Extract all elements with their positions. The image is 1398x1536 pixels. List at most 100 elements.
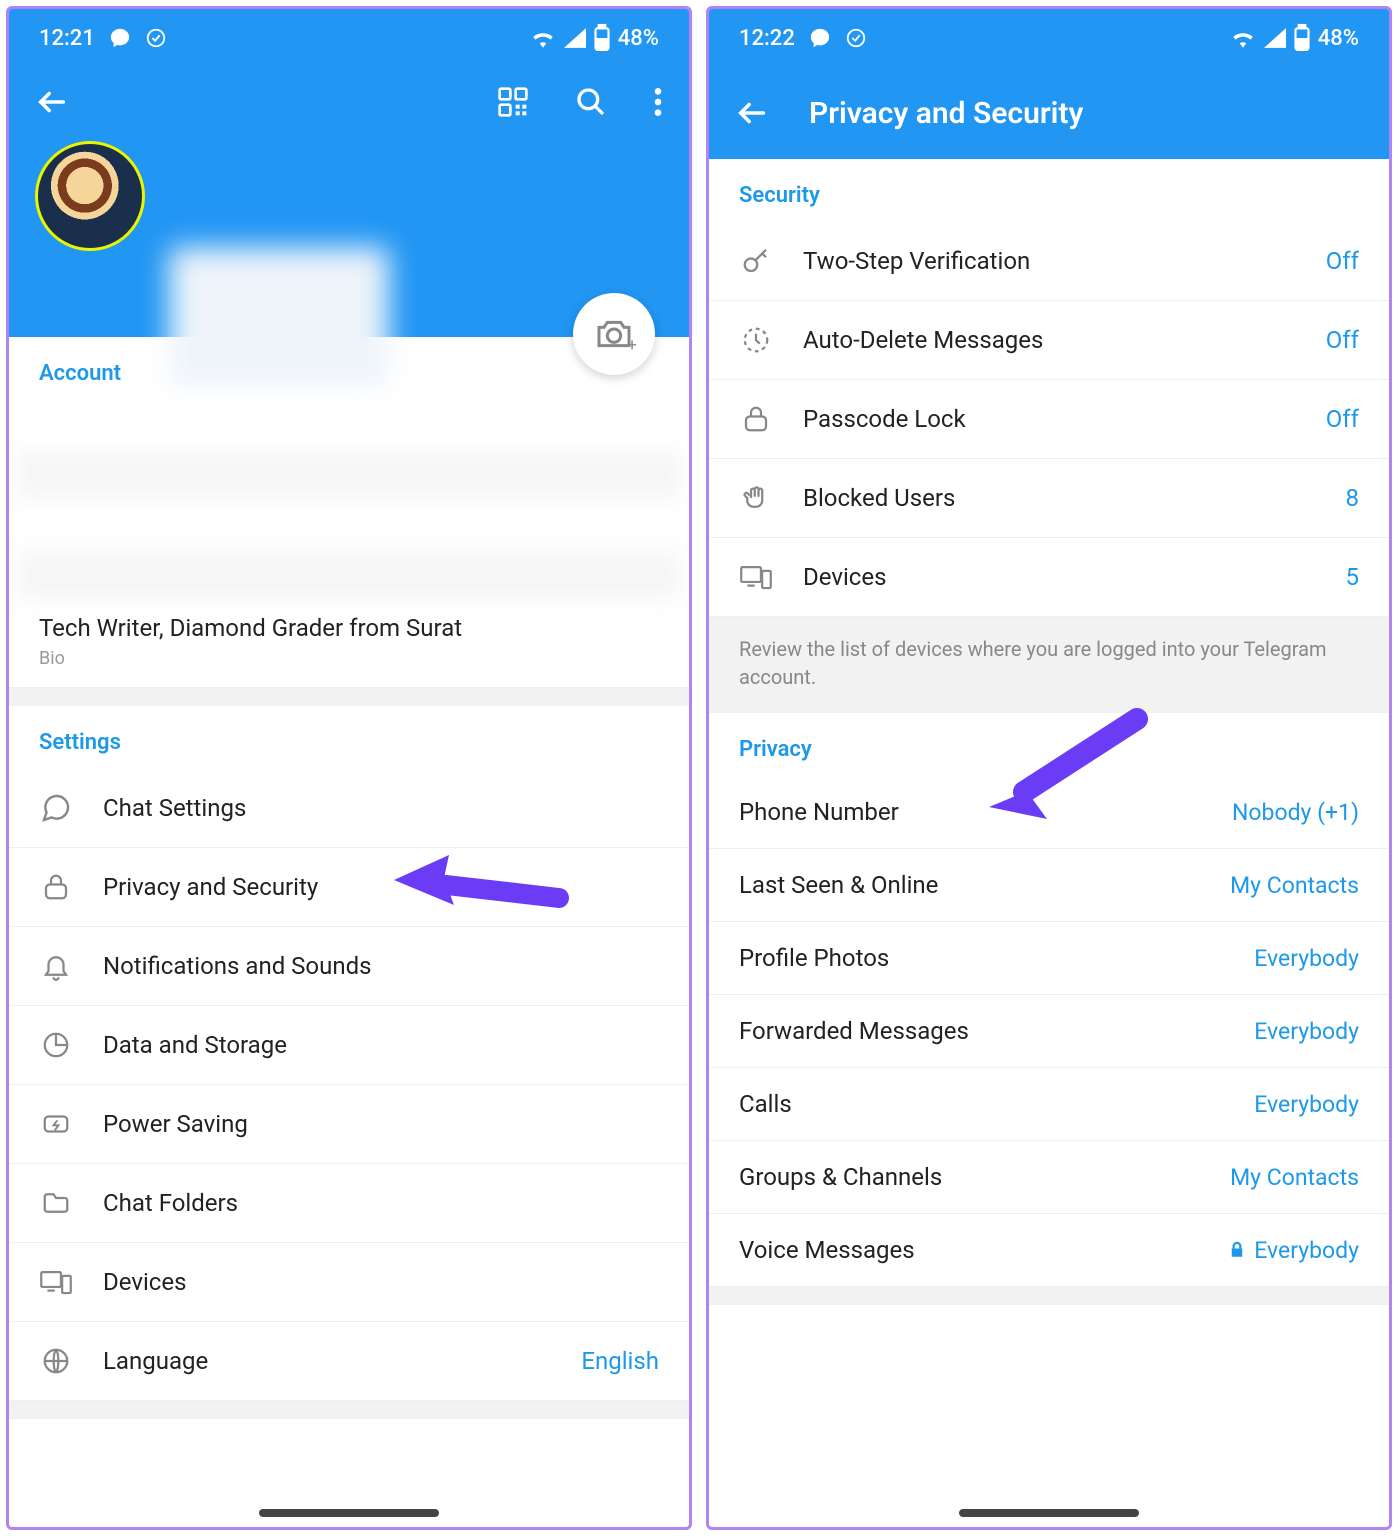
security-two-step[interactable]: Two-Step Verification Off (709, 222, 1389, 301)
signal-icon (1264, 28, 1286, 48)
battery-percent: 48% (1318, 26, 1359, 51)
settings-chat-folders[interactable]: Chat Folders (9, 1164, 689, 1243)
privacy-voice-messages[interactable]: Voice Messages Everybody (709, 1214, 1389, 1287)
item-label: Groups & Channels (739, 1163, 942, 1191)
security-passcode-lock[interactable]: Passcode Lock Off (709, 380, 1389, 459)
item-label: Voice Messages (739, 1236, 915, 1264)
settings-section-label: Settings (9, 706, 689, 769)
item-label: Chat Settings (103, 794, 659, 822)
profile-header: + (9, 67, 689, 337)
blurred-account-info (17, 400, 681, 600)
page-header: Privacy and Security (709, 67, 1389, 159)
security-section-label: Security (709, 159, 1389, 222)
pie-icon (39, 1028, 73, 1062)
back-icon[interactable] (35, 85, 69, 119)
item-label: Auto-Delete Messages (803, 326, 1296, 354)
settings-devices[interactable]: Devices (9, 1243, 689, 1322)
item-value: My Contacts (1230, 872, 1359, 899)
privacy-last-seen[interactable]: Last Seen & Online My Contacts (709, 849, 1389, 922)
chat-bubble-icon (109, 27, 131, 49)
item-label: Privacy and Security (103, 873, 659, 901)
svg-text:+: + (627, 337, 636, 356)
item-value: Off (1326, 405, 1359, 433)
avatar[interactable] (35, 141, 145, 251)
item-value: Off (1326, 326, 1359, 354)
wifi-icon (1230, 28, 1256, 48)
item-label: Data and Storage (103, 1031, 659, 1059)
battery-percent: 48% (618, 26, 659, 51)
more-icon[interactable] (653, 86, 663, 118)
sync-icon (845, 27, 867, 49)
lock-icon (39, 870, 73, 904)
bell-icon (39, 949, 73, 983)
item-label: Two-Step Verification (803, 247, 1296, 275)
status-bar: 12:21 48% (9, 9, 689, 67)
item-value: Nobody (+1) (1232, 799, 1359, 826)
camera-button[interactable]: + (573, 293, 655, 375)
battery-icon (1294, 25, 1310, 51)
lock-icon (739, 402, 773, 436)
item-label: Power Saving (103, 1110, 659, 1138)
item-label: Devices (103, 1268, 659, 1296)
bio-row[interactable]: Tech Writer, Diamond Grader from Surat B… (9, 600, 689, 688)
item-value: Everybody (1254, 1091, 1359, 1118)
key-icon (739, 244, 773, 278)
chat-bubble-icon (809, 27, 831, 49)
item-value: Everybody (1254, 1018, 1359, 1045)
item-label: Calls (739, 1090, 792, 1118)
screenshot-left-settings: 12:21 48% + Account Tech W (6, 6, 692, 1530)
settings-power-saving[interactable]: Power Saving (9, 1085, 689, 1164)
privacy-forwarded-messages[interactable]: Forwarded Messages Everybody (709, 995, 1389, 1068)
security-blocked-users[interactable]: Blocked Users 8 (709, 459, 1389, 538)
camera-icon: + (594, 314, 634, 354)
home-indicator[interactable] (259, 1509, 439, 1517)
privacy-section-label: Privacy (709, 713, 1389, 776)
item-label: Blocked Users (803, 484, 1316, 512)
bio-label: Bio (39, 648, 659, 669)
item-label: Last Seen & Online (739, 871, 938, 899)
back-icon[interactable] (735, 96, 769, 130)
battery-icon (594, 25, 610, 51)
home-indicator[interactable] (959, 1509, 1139, 1517)
privacy-calls[interactable]: Calls Everybody (709, 1068, 1389, 1141)
search-icon[interactable] (575, 86, 607, 118)
security-auto-delete[interactable]: Auto-Delete Messages Off (709, 301, 1389, 380)
item-value: 8 (1346, 484, 1360, 512)
item-label: Forwarded Messages (739, 1017, 969, 1045)
settings-privacy-security[interactable]: Privacy and Security (9, 848, 689, 927)
page-title: Privacy and Security (809, 96, 1083, 131)
item-value: Everybody (1228, 1237, 1359, 1264)
qr-icon[interactable] (497, 86, 529, 118)
privacy-phone-number[interactable]: Phone Number Nobody (+1) (709, 776, 1389, 849)
privacy-groups-channels[interactable]: Groups & Channels My Contacts (709, 1141, 1389, 1214)
chat-icon (39, 791, 73, 825)
lock-small-icon (1228, 1241, 1246, 1259)
item-value: 5 (1346, 563, 1360, 591)
item-value: English (581, 1347, 659, 1375)
bolt-icon (39, 1107, 73, 1141)
settings-notifications[interactable]: Notifications and Sounds (9, 927, 689, 1006)
globe-icon (39, 1344, 73, 1378)
screenshot-right-privacy: 12:22 48% Privacy and Security Security … (706, 6, 1392, 1530)
item-label: Devices (803, 563, 1316, 591)
item-label: Profile Photos (739, 944, 889, 972)
settings-language[interactable]: Language English (9, 1322, 689, 1401)
security-devices[interactable]: Devices 5 (709, 538, 1389, 617)
devices-icon (39, 1265, 73, 1299)
item-value: My Contacts (1230, 1164, 1359, 1191)
privacy-profile-photos[interactable]: Profile Photos Everybody (709, 922, 1389, 995)
item-label: Chat Folders (103, 1189, 659, 1217)
status-time: 12:21 (39, 26, 95, 51)
item-label: Passcode Lock (803, 405, 1296, 433)
item-label: Language (103, 1347, 551, 1375)
bio-text: Tech Writer, Diamond Grader from Surat (39, 614, 659, 642)
settings-chat[interactable]: Chat Settings (9, 769, 689, 848)
item-value: Off (1326, 247, 1359, 275)
security-note: Review the list of devices where you are… (709, 617, 1389, 713)
item-label: Notifications and Sounds (103, 952, 659, 980)
folder-icon (39, 1186, 73, 1220)
signal-icon (564, 28, 586, 48)
settings-data-storage[interactable]: Data and Storage (9, 1006, 689, 1085)
hand-icon (739, 481, 773, 515)
sync-icon (145, 27, 167, 49)
